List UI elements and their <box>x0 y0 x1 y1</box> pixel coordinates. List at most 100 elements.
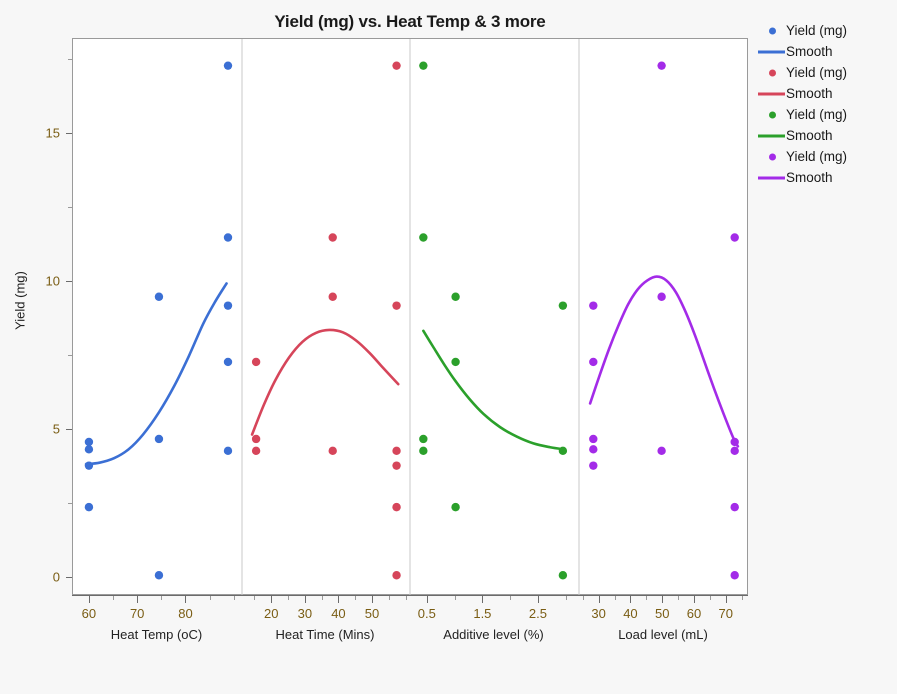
legend-line-icon <box>758 134 785 137</box>
legend-item[interactable]: Yield (mg) <box>756 20 897 41</box>
data-point[interactable] <box>223 233 233 242</box>
data-point[interactable] <box>558 446 568 456</box>
data-point[interactable] <box>84 437 94 447</box>
legend-item[interactable]: Yield (mg) <box>756 146 897 167</box>
data-point[interactable] <box>392 301 401 310</box>
x-tick-mark-minor <box>355 596 357 600</box>
legend-label: Yield (mg) <box>786 65 848 80</box>
data-point[interactable] <box>589 357 598 367</box>
panel-axis-title: Heat Temp (oC) <box>110 627 203 642</box>
data-point[interactable] <box>589 301 598 310</box>
plot-svg <box>84 39 740 596</box>
legend-item[interactable]: Yield (mg) <box>756 104 897 125</box>
smooth-curve <box>588 275 740 448</box>
x-axis: 60 70 80 Heat Temp (oC) 20 30 40 50 Heat Time (M… <box>72 596 748 652</box>
legend-item[interactable]: Smooth <box>756 125 897 146</box>
data-point[interactable] <box>419 434 428 444</box>
data-point[interactable] <box>657 61 666 70</box>
legend-label: Smooth <box>786 44 833 59</box>
data-point[interactable] <box>419 446 428 456</box>
data-point[interactable] <box>251 357 261 367</box>
data-point[interactable] <box>328 292 337 301</box>
legend-label: Smooth <box>786 170 833 185</box>
data-point[interactable] <box>558 301 568 310</box>
data-point[interactable] <box>730 233 739 242</box>
data-point[interactable] <box>84 502 94 512</box>
legend-item[interactable]: Yield (mg) <box>756 62 897 83</box>
data-point[interactable] <box>392 502 401 512</box>
data-point[interactable] <box>589 445 598 454</box>
data-point[interactable] <box>251 446 261 456</box>
data-point[interactable] <box>657 292 666 301</box>
y-tick-label: 10 <box>45 273 60 289</box>
data-point[interactable] <box>589 434 598 444</box>
panel-axis-title: Additive level (%) <box>443 627 544 642</box>
data-point[interactable] <box>589 461 598 470</box>
data-point[interactable] <box>84 445 94 454</box>
data-point[interactable] <box>223 446 233 456</box>
x-tick-mark-minor <box>254 596 256 600</box>
x-tick-label: 70 <box>129 606 145 621</box>
legend-dot-icon <box>769 69 776 76</box>
data-point[interactable] <box>730 502 739 512</box>
legend-dot-icon <box>769 27 776 34</box>
data-point[interactable] <box>657 446 666 456</box>
legend-label: Yield (mg) <box>786 107 848 122</box>
data-point[interactable] <box>84 461 94 470</box>
x-tick-mark <box>372 596 374 603</box>
smooth-curve <box>250 328 400 436</box>
legend-item[interactable]: Smooth <box>756 167 897 188</box>
data-point[interactable] <box>558 571 568 580</box>
x-tick-label: 60 <box>81 606 97 621</box>
x-tick-mark <box>482 596 484 603</box>
x-tick-mark-minor <box>321 596 323 600</box>
data-point[interactable] <box>223 301 233 310</box>
data-point[interactable] <box>223 61 233 70</box>
data-point[interactable] <box>419 233 428 242</box>
x-tick-mark-minor <box>582 596 584 600</box>
x-tick-mark <box>537 596 539 603</box>
data-point[interactable] <box>451 357 460 367</box>
x-tick-label: 50 <box>364 606 380 621</box>
legend-dot-icon <box>769 153 776 160</box>
legend-label: Smooth <box>786 128 833 143</box>
data-point[interactable] <box>154 434 164 444</box>
x-tick-mark-minor <box>288 596 290 600</box>
data-point[interactable] <box>328 446 337 456</box>
x-tick-mark <box>725 596 727 603</box>
legend-label: Yield (mg) <box>786 149 848 164</box>
smooth-curve <box>422 329 566 451</box>
y-tick-label: 0 <box>52 569 60 585</box>
data-point[interactable] <box>392 61 401 70</box>
data-point[interactable] <box>730 437 739 447</box>
data-point[interactable] <box>730 571 739 580</box>
legend-label: Yield (mg) <box>786 23 848 38</box>
x-tick-label: 40 <box>623 606 638 621</box>
x-tick-mark <box>630 596 632 603</box>
x-tick-label: 2.5 <box>528 606 548 621</box>
x-tick-mark <box>598 596 600 603</box>
x-tick-mark-minor <box>741 596 743 600</box>
data-point[interactable] <box>223 357 233 367</box>
data-point[interactable] <box>392 446 401 456</box>
x-tick-mark-minor <box>614 596 616 600</box>
legend-label: Smooth <box>786 86 833 101</box>
legend: Yield (mg) Smooth Yield (mg) Smooth Yield (m… <box>756 20 897 188</box>
x-tick-label: 30 <box>297 606 313 621</box>
x-tick-label: 60 <box>686 606 702 621</box>
data-point[interactable] <box>251 434 261 444</box>
x-tick-label: 40 <box>331 606 346 621</box>
data-point[interactable] <box>392 571 401 580</box>
legend-item[interactable]: Smooth <box>756 83 897 104</box>
data-point[interactable] <box>328 233 337 242</box>
data-point[interactable] <box>392 461 401 470</box>
legend-item[interactable]: Smooth <box>756 41 897 62</box>
data-point[interactable] <box>451 502 460 512</box>
data-point[interactable] <box>154 571 164 580</box>
data-point[interactable] <box>451 292 460 301</box>
x-tick-mark-minor <box>510 596 512 600</box>
data-point[interactable] <box>419 61 428 70</box>
data-point[interactable] <box>730 446 739 456</box>
legend-dot-icon <box>769 111 776 118</box>
data-point[interactable] <box>154 292 164 301</box>
